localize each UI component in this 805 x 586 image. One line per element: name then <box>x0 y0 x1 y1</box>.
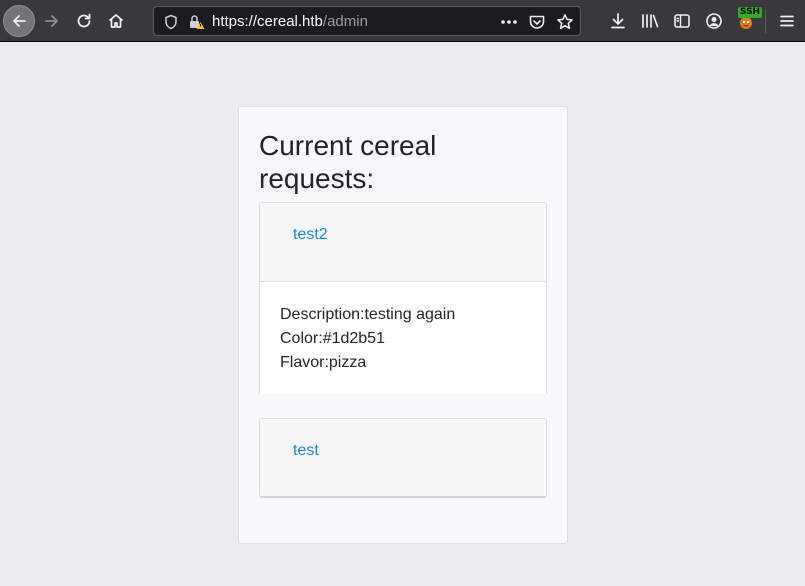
request-card-header: test <box>260 419 546 496</box>
back-arrow-icon <box>13 15 26 27</box>
download-icon <box>611 13 625 29</box>
forward-arrow-icon <box>45 15 58 27</box>
request-link-test2[interactable]: test2 <box>293 226 328 244</box>
bookmark-star-icon[interactable] <box>556 13 574 31</box>
sidebar-icon <box>674 14 690 28</box>
library-icon <box>642 14 659 28</box>
request-link-test[interactable]: test <box>293 442 319 460</box>
flavor-row: Flavor:pizza <box>280 351 455 375</box>
account-button[interactable] <box>699 6 729 36</box>
description-row: Description:testing again <box>280 303 455 327</box>
color-label: Color: <box>280 330 323 347</box>
insecure-lock-icon[interactable] <box>188 13 206 31</box>
request-card: test <box>259 418 547 498</box>
hamburger-menu-icon <box>780 15 794 27</box>
page-title: Current cereal requests: <box>259 130 437 194</box>
url-text[interactable]: https://cereal.htb/admin <box>212 13 368 30</box>
forward-button[interactable] <box>37 6 67 36</box>
home-button[interactable] <box>101 6 131 36</box>
back-button[interactable] <box>3 5 35 37</box>
reload-icon <box>77 13 91 28</box>
downloads-button[interactable] <box>603 6 633 36</box>
flavor-label: Flavor: <box>280 354 329 371</box>
description-value: testing again <box>364 306 456 323</box>
flavor-value: pizza <box>328 354 367 371</box>
url-path: /admin <box>322 13 368 30</box>
reload-button[interactable] <box>69 6 99 36</box>
home-icon <box>108 14 124 28</box>
url-bar[interactable]: https://cereal.htb/admin <box>153 6 581 36</box>
color-value: #1d2b51 <box>322 330 385 347</box>
pocket-icon[interactable] <box>528 13 546 31</box>
ssh-badge: SSH <box>738 7 763 18</box>
library-button[interactable] <box>635 6 665 36</box>
description-label: Description: <box>280 306 365 323</box>
more-dots-icon[interactable] <box>500 13 518 31</box>
menu-button[interactable] <box>772 6 802 36</box>
browser-toolbar: https://cereal.htb/admin SSH <box>0 0 805 42</box>
shield-icon[interactable] <box>162 13 180 31</box>
request-card: test2 Description:testing again Color:#1… <box>259 202 547 394</box>
request-card-header: test2 <box>260 203 546 282</box>
request-card-body: Description:testing again Color:#1d2b51 … <box>280 303 455 375</box>
requests-panel: Current cereal requests: test2 Descripti… <box>238 106 568 544</box>
url-host: https://cereal.htb <box>212 13 323 30</box>
account-icon <box>706 13 722 29</box>
color-row: Color:#1d2b51 <box>280 327 455 351</box>
sidebar-button[interactable] <box>667 6 697 36</box>
toolbar-separator <box>765 9 766 33</box>
